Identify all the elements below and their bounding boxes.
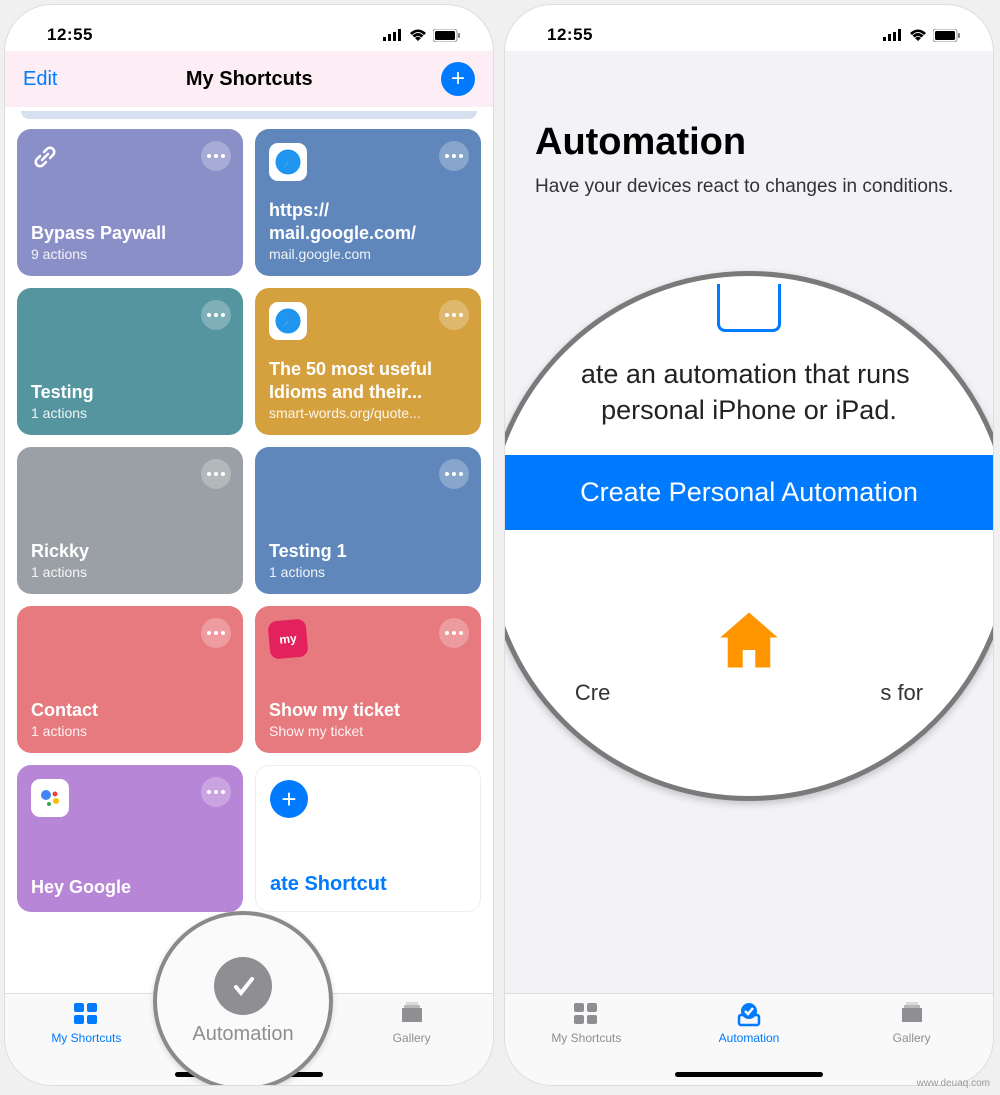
zoom-highlight-automation-tab: Automation [153, 911, 333, 1086]
shortcut-title: Contact [31, 699, 229, 722]
card-sliver [21, 111, 477, 119]
watermark: www.deuaq.com [917, 1078, 990, 1089]
shortcut-card[interactable]: my Show my ticketShow my ticket [255, 606, 481, 753]
automation-icon [214, 957, 272, 1015]
assistant-icon [31, 779, 69, 817]
shortcut-title: The 50 most useful Idioms and their... [269, 358, 467, 403]
wifi-icon [909, 29, 927, 42]
zoom-highlight-create-personal: ate an automation that runs personal iPh… [504, 271, 994, 801]
safari-icon [269, 143, 307, 181]
status-bar: 12:55 [5, 5, 493, 51]
safari-icon [269, 302, 307, 340]
tab-label: Automation [719, 1031, 780, 1045]
shortcuts-grid: Bypass Paywall9 actionshttps:// mail.goo… [17, 129, 481, 912]
more-button[interactable] [439, 618, 469, 648]
shortcut-card[interactable]: + ate Shortcut [255, 765, 481, 912]
grid-icon [571, 1000, 601, 1028]
page-title: Automation [535, 51, 963, 164]
shortcut-title: https:// mail.google.com/ [269, 199, 467, 244]
add-shortcut-button[interactable]: + [441, 62, 475, 96]
tab-label: My Shortcuts [51, 1031, 121, 1045]
status-icons [383, 29, 461, 42]
cellular-icon [383, 29, 403, 41]
iphone-icon [717, 284, 781, 332]
battery-icon [933, 29, 961, 42]
shortcut-card[interactable]: Testing1 actions [17, 288, 243, 435]
shortcut-card[interactable]: The 50 most useful Idioms and their... sm… [255, 288, 481, 435]
shortcut-subtitle: 1 actions [31, 405, 229, 421]
phone-shortcuts: 12:55 Edit My Shortcuts + Bypass Paywall… [4, 4, 494, 1086]
more-button[interactable] [439, 300, 469, 330]
shortcut-subtitle: 1 actions [31, 723, 229, 739]
shortcut-subtitle: mail.google.com [269, 246, 467, 262]
tab-label: Gallery [893, 1031, 931, 1045]
grid-icon [71, 1000, 101, 1028]
shortcut-subtitle: 1 actions [31, 564, 229, 580]
create-personal-automation-button[interactable]: Create Personal Automation [504, 455, 994, 530]
more-button[interactable] [201, 459, 231, 489]
more-button[interactable] [201, 300, 231, 330]
wifi-icon [409, 29, 427, 42]
gallery-icon [897, 1000, 927, 1028]
shortcut-title: Bypass Paywall [31, 222, 229, 245]
battery-icon [433, 29, 461, 42]
cellular-icon [883, 29, 903, 41]
nav-bar: Edit My Shortcuts + [5, 51, 493, 107]
page-title: My Shortcuts [186, 68, 313, 91]
tab-label: My Shortcuts [551, 1031, 621, 1045]
edit-button[interactable]: Edit [23, 68, 57, 91]
shortcut-card[interactable]: Contact1 actions [17, 606, 243, 753]
shortcut-title: Show my ticket [269, 699, 467, 722]
more-button[interactable] [439, 141, 469, 171]
shortcut-subtitle: Show my ticket [269, 723, 467, 739]
shortcut-card[interactable]: Hey Google [17, 765, 243, 912]
shortcut-title: Testing 1 [269, 540, 467, 563]
gallery-icon [397, 1000, 427, 1028]
status-icons [883, 29, 961, 42]
tab-gallery[interactable]: Gallery [830, 1000, 993, 1085]
tab-my-shortcuts[interactable]: My Shortcuts [505, 1000, 668, 1085]
shortcut-title: Testing [31, 381, 229, 404]
zoom-description: ate an automation that runs personal iPh… [551, 356, 947, 429]
automation-icon [734, 1000, 764, 1028]
tab-my-shortcuts[interactable]: My Shortcuts [5, 1000, 168, 1085]
tab-gallery[interactable]: Gallery [330, 1000, 493, 1085]
shortcut-card[interactable]: Rickky1 actions [17, 447, 243, 594]
shortcuts-grid-container: Bypass Paywall9 actionshttps:// mail.goo… [5, 107, 493, 995]
home-indicator[interactable] [675, 1072, 823, 1077]
plus-icon: + [270, 780, 308, 818]
phone-automation: 12:55 Automation Have your devices react… [504, 4, 994, 1086]
app-icon: my [267, 618, 308, 659]
shortcut-subtitle: 9 actions [31, 246, 229, 262]
more-button[interactable] [201, 618, 231, 648]
shortcut-subtitle: smart-words.org/quote... [269, 405, 467, 421]
more-button[interactable] [439, 459, 469, 489]
home-icon [714, 610, 784, 670]
status-time: 12:55 [47, 25, 93, 45]
shortcut-title: ate Shortcut [270, 872, 466, 897]
shortcut-title: Rickky [31, 540, 229, 563]
shortcut-card[interactable]: Testing 11 actions [255, 447, 481, 594]
link-icon [31, 143, 59, 171]
shortcut-card[interactable]: Bypass Paywall9 actions [17, 129, 243, 276]
shortcut-title: Hey Google [31, 876, 229, 899]
more-button[interactable] [201, 777, 231, 807]
status-bar: 12:55 [505, 5, 993, 51]
shortcut-subtitle: 1 actions [269, 564, 467, 580]
page-subtitle: Have your devices react to changes in co… [535, 174, 963, 200]
status-time: 12:55 [547, 25, 593, 45]
shortcut-card[interactable]: https:// mail.google.com/mail.google.com [255, 129, 481, 276]
more-button[interactable] [201, 141, 231, 171]
tab-label: Gallery [393, 1031, 431, 1045]
zoom-label: Automation [192, 1023, 293, 1046]
zoom-clipped-text: Cre s for [575, 680, 923, 706]
